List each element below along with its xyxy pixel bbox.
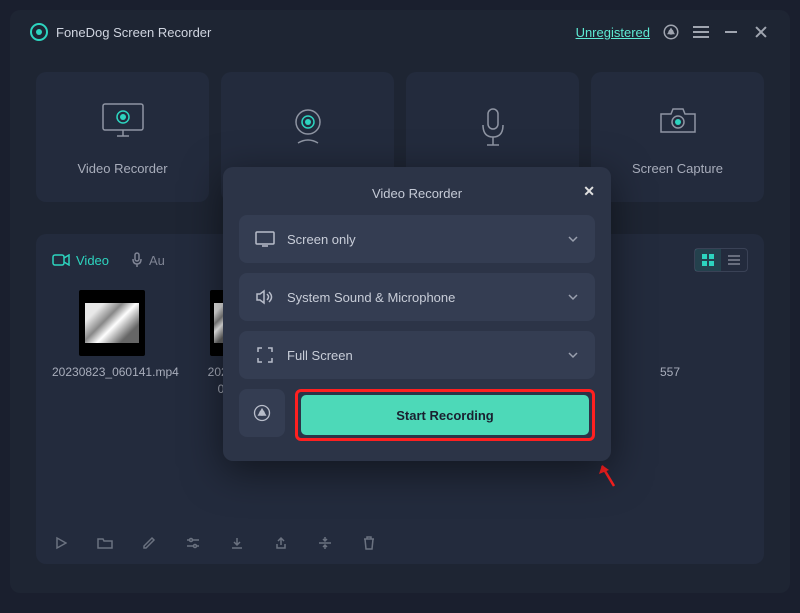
area-select[interactable]: Full Screen	[239, 331, 595, 379]
tab-video-label: Video	[76, 253, 109, 268]
app-logo-icon	[30, 23, 48, 41]
bottom-toolbar	[52, 534, 378, 552]
camera-icon	[657, 99, 699, 141]
speaker-icon	[255, 287, 275, 307]
dialog-close-icon[interactable]: ✕	[583, 183, 595, 200]
file-item[interactable]: 557	[630, 290, 710, 398]
monitor-record-icon	[101, 99, 145, 141]
tab-audio-label: Au	[149, 253, 165, 268]
sliders-icon[interactable]	[184, 534, 202, 552]
app-title: FoneDog Screen Recorder	[56, 25, 211, 40]
capture-source-label: Screen only	[287, 232, 356, 247]
thumbnail-icon	[79, 290, 145, 356]
tab-audio[interactable]: Au	[131, 252, 165, 268]
microphone-icon	[479, 106, 507, 148]
share-icon[interactable]	[272, 534, 290, 552]
area-label: Full Screen	[287, 348, 353, 363]
edit-icon[interactable]	[140, 534, 158, 552]
monitor-icon	[255, 229, 275, 249]
mode-label: Video Recorder	[77, 161, 167, 176]
unregistered-link[interactable]: Unregistered	[576, 25, 650, 40]
view-toggle	[694, 248, 748, 272]
file-item[interactable]: 20230823_060141.mp4	[52, 290, 172, 398]
start-recording-button[interactable]: Start Recording	[301, 395, 589, 435]
dialog-title: Video Recorder	[372, 186, 462, 201]
minimize-button[interactable]	[722, 23, 740, 41]
close-button[interactable]	[752, 23, 770, 41]
titlebar: FoneDog Screen Recorder Unregistered	[10, 10, 790, 54]
file-name: 557	[630, 364, 710, 381]
download-icon[interactable]	[228, 534, 246, 552]
fullscreen-icon	[255, 345, 275, 365]
play-icon[interactable]	[52, 534, 70, 552]
chevron-down-icon	[567, 351, 579, 359]
audio-source-label: System Sound & Microphone	[287, 290, 455, 305]
grid-view-button[interactable]	[695, 249, 721, 271]
start-recording-highlight: Start Recording	[295, 389, 595, 441]
mode-screen-capture[interactable]: Screen Capture	[591, 72, 764, 202]
folder-icon[interactable]	[96, 534, 114, 552]
mode-label: Screen Capture	[632, 161, 723, 176]
tab-video[interactable]: Video	[52, 253, 109, 268]
chevron-down-icon	[567, 293, 579, 301]
mode-video-recorder[interactable]: Video Recorder	[36, 72, 209, 202]
app-window: FoneDog Screen Recorder Unregistered	[10, 10, 790, 593]
webcam-icon	[290, 106, 326, 148]
compress-icon[interactable]	[316, 534, 334, 552]
menu-icon[interactable]	[692, 23, 710, 41]
audio-source-select[interactable]: System Sound & Microphone	[239, 273, 595, 321]
list-view-button[interactable]	[721, 249, 747, 271]
trash-icon[interactable]	[360, 534, 378, 552]
video-recorder-dialog: Video Recorder ✕ Screen only System Soun…	[223, 167, 611, 461]
chevron-down-icon	[567, 235, 579, 243]
capture-source-select[interactable]: Screen only	[239, 215, 595, 263]
settings-gear-icon[interactable]	[662, 23, 680, 41]
recording-settings-button[interactable]	[239, 389, 285, 437]
file-name: 20230823_060141.mp4	[52, 364, 172, 381]
